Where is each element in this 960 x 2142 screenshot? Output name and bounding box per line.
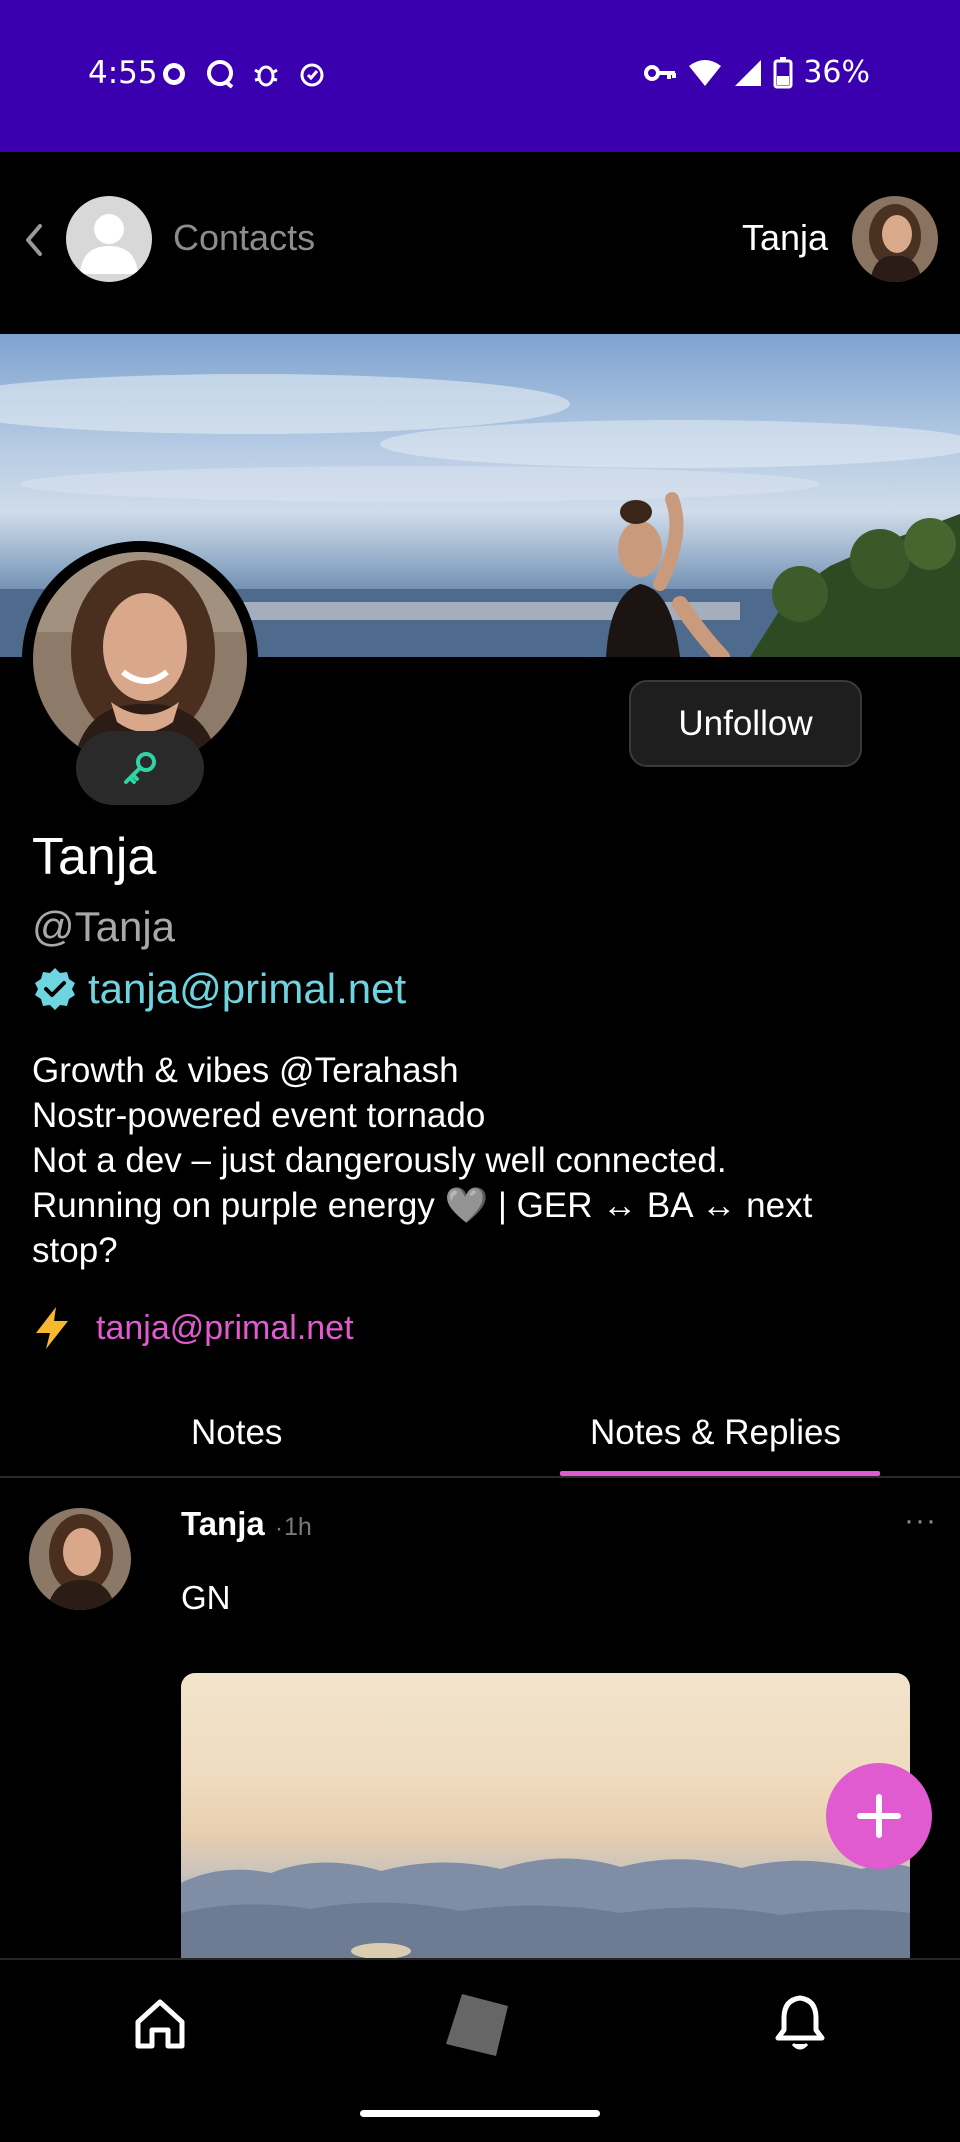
bell-icon[interactable] xyxy=(774,1994,826,2052)
wifi-icon xyxy=(689,59,722,86)
more-options-icon[interactable]: ··· xyxy=(904,1504,937,1538)
battery-percent: 36% xyxy=(803,55,870,90)
note-separator: · xyxy=(275,1515,283,1542)
status-system-icons: 36% xyxy=(643,55,870,90)
bug-icon xyxy=(254,65,278,87)
profile-display-name: Tanja xyxy=(32,828,157,886)
compose-note-button[interactable] xyxy=(826,1763,932,1869)
status-time: 4:55 xyxy=(88,55,158,91)
tab-notes[interactable]: Notes xyxy=(191,1413,282,1453)
note-timestamp: 1h xyxy=(284,1513,312,1541)
note-author-avatar[interactable] xyxy=(29,1508,131,1610)
nip05-verification: tanja@primal.net xyxy=(32,965,406,1013)
bio-line: Running on purple energy 🩶 | GER ↔ BA ↔ … xyxy=(32,1186,813,1225)
lightning-icon xyxy=(36,1307,68,1349)
battery-icon xyxy=(773,56,793,88)
chat-icon xyxy=(207,60,234,89)
alarm-icon xyxy=(300,63,324,87)
cell-signal-icon xyxy=(735,59,762,86)
status-notification-icons xyxy=(158,58,328,90)
tab-notes-and-replies[interactable]: Notes & Replies xyxy=(590,1413,841,1453)
key-icon xyxy=(124,752,156,784)
verified-badge-icon xyxy=(35,968,75,1010)
note-image[interactable] xyxy=(181,1673,910,1963)
lightning-address[interactable]: tanja@primal.net xyxy=(96,1309,354,1348)
bio-line: stop? xyxy=(32,1231,118,1270)
current-profile-name: Tanja xyxy=(741,217,828,258)
vpn-key-icon xyxy=(644,64,677,81)
notification-app-icon xyxy=(163,63,185,85)
plus-icon xyxy=(857,1794,901,1838)
chevron-left-icon[interactable] xyxy=(20,220,48,260)
current-profile-avatar[interactable] xyxy=(852,196,938,282)
profile-bio: Growth & vibes @Terahash Nostr-powered e… xyxy=(32,1048,912,1273)
tab-divider xyxy=(0,1476,960,1478)
profile-handle: @Tanja xyxy=(32,903,176,950)
nip05-address[interactable]: tanja@primal.net xyxy=(88,965,406,1013)
unfollow-button[interactable]: Unfollow xyxy=(629,680,862,767)
bio-line: Nostr-powered event tornado xyxy=(32,1096,486,1135)
note-author-name[interactable]: Tanja xyxy=(181,1505,265,1543)
home-icon[interactable] xyxy=(132,1996,188,2052)
contacts-link[interactable]: Contacts xyxy=(173,217,315,259)
explore-icon[interactable] xyxy=(442,1990,512,2060)
lightning-address-row[interactable]: tanja@primal.net xyxy=(32,1305,354,1351)
key-button[interactable] xyxy=(76,731,204,805)
gesture-bar[interactable] xyxy=(360,2110,600,2117)
contacts-avatar[interactable] xyxy=(66,196,152,282)
bio-line: Not a dev – just dangerously well connec… xyxy=(32,1141,727,1180)
note-content: GN xyxy=(181,1579,231,1616)
bio-line: Growth & vibes @Terahash xyxy=(32,1051,459,1090)
